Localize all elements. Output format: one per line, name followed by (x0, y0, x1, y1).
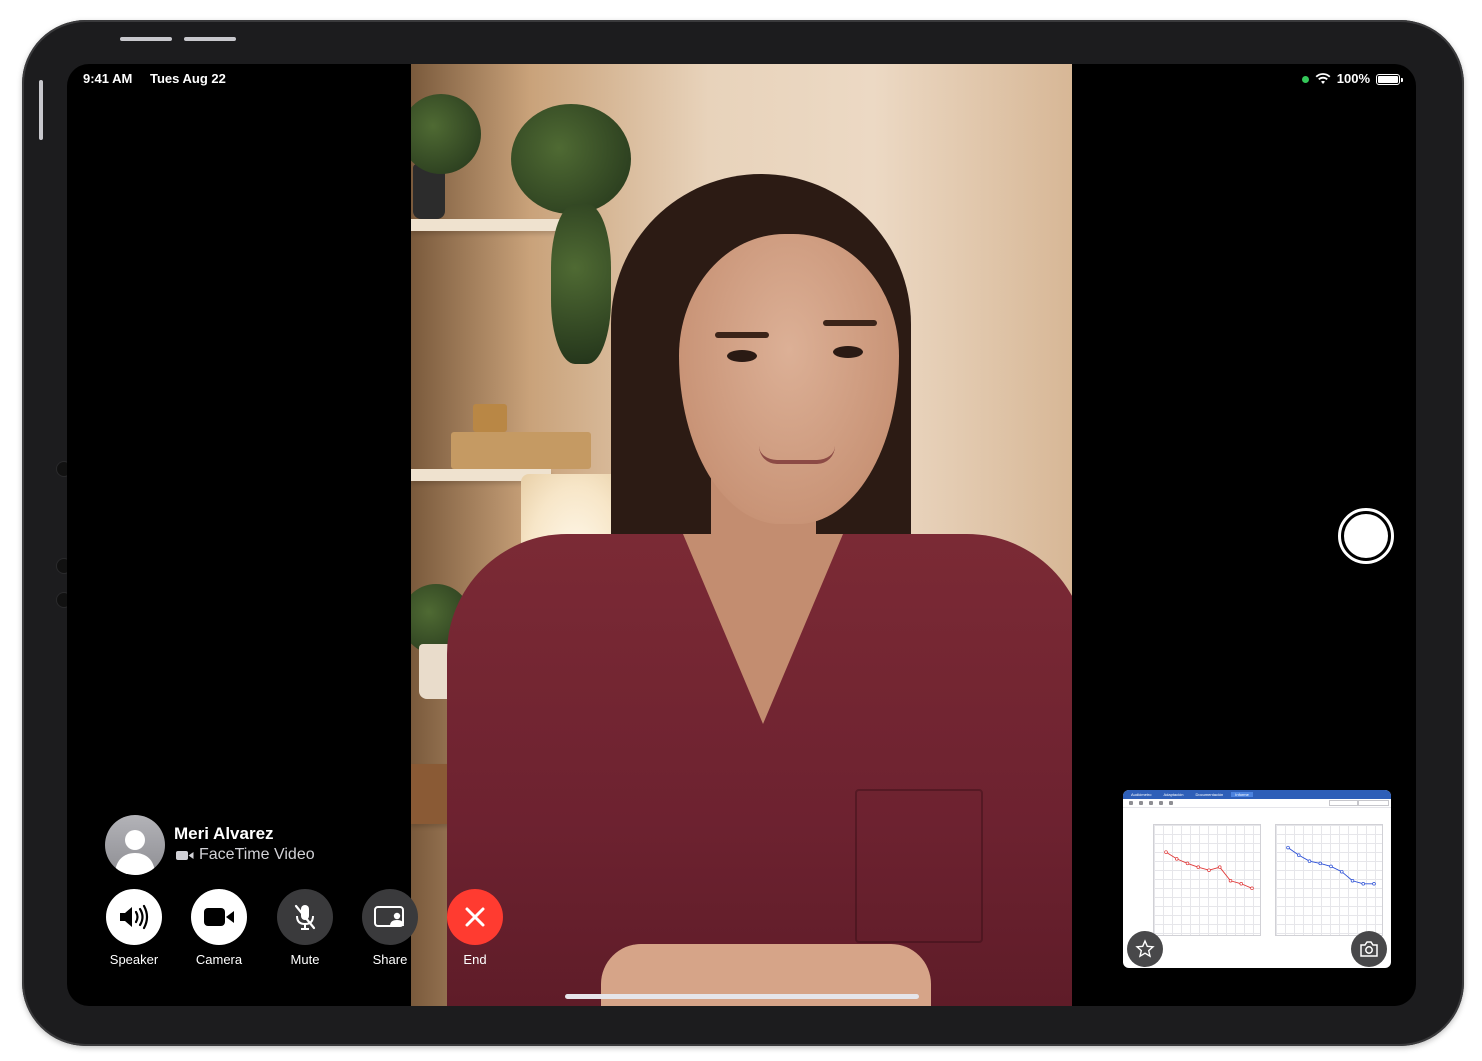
tool-icon (1129, 801, 1133, 805)
pip-tab: Audiómetro (1131, 792, 1152, 797)
box (473, 404, 507, 432)
data-point (1185, 861, 1190, 866)
battery-icon (1376, 73, 1403, 85)
volume-up-button (120, 37, 172, 41)
hanging-plant (551, 204, 611, 364)
eye (833, 346, 863, 358)
speaker-button[interactable] (106, 889, 162, 945)
effects-button[interactable] (1127, 931, 1163, 967)
call-type: FaceTime Video (176, 846, 315, 864)
mute-label: Mute (290, 952, 320, 967)
data-point (1297, 853, 1301, 857)
mouth (759, 446, 835, 464)
volume-down-button (184, 37, 236, 41)
share-button[interactable] (362, 889, 418, 945)
camera-control: Camera (184, 889, 254, 967)
plant (511, 104, 631, 214)
pip-select (1329, 800, 1359, 806)
remote-video-feed[interactable] (411, 64, 1072, 1006)
video-camera-icon (176, 850, 194, 860)
tool-icon (1159, 801, 1163, 805)
end-label: End (463, 952, 487, 967)
caller-name: Meri Alvarez (174, 824, 274, 843)
left-ear-series (1164, 850, 1254, 891)
speaker-control: Speaker (99, 889, 169, 967)
plant (411, 94, 481, 174)
right-ear-chart (1275, 824, 1383, 936)
status-bar-right: 100% (1301, 68, 1403, 90)
camera-flip-icon (1360, 941, 1378, 957)
screen: 9:41 AM Tues Aug 22 100% Meri Alvarez Fa… (67, 64, 1416, 1006)
battery-percentage: 100% (1336, 71, 1370, 86)
pip-tab: Adaptación (1163, 792, 1184, 797)
status-bar-left: 9:41 AM Tues Aug 22 (83, 68, 240, 90)
mute-control: Mute (270, 889, 340, 967)
close-icon (465, 907, 485, 927)
call-type-label: FaceTime Video (199, 846, 315, 863)
speaker-icon (120, 904, 149, 930)
data-point (1286, 845, 1290, 850)
pip-tab: Informe (1231, 792, 1253, 797)
tool-icon (1139, 801, 1143, 805)
speaker-label: Speaker (109, 952, 159, 967)
pip-tab: Documentación (1195, 792, 1224, 797)
left-ear-plot (1164, 850, 1254, 891)
data-point (1217, 865, 1222, 869)
home-indicator[interactable] (565, 994, 919, 999)
share-screen-icon (374, 906, 404, 927)
status-date: Tues Aug 22 (150, 71, 226, 86)
data-point (1307, 859, 1312, 863)
camera-in-use-indicator (1301, 75, 1309, 83)
right-ear-series (1286, 845, 1376, 886)
camera-label: Camera (195, 952, 243, 967)
data-point (1329, 864, 1333, 869)
avatar[interactable] (105, 815, 165, 875)
data-point (1175, 857, 1179, 861)
data-point (1318, 861, 1322, 866)
eyebrow (823, 320, 877, 326)
data-point (1372, 882, 1376, 886)
tool-icon (1149, 801, 1153, 805)
data-point (1339, 869, 1344, 874)
box (451, 432, 591, 469)
end-call-button[interactable] (447, 889, 503, 945)
eye (727, 350, 757, 362)
share-control: Share (355, 889, 425, 967)
status-time: 9:41 AM (83, 71, 133, 86)
data-point (1196, 865, 1200, 869)
power-button (39, 80, 43, 140)
data-point (1164, 850, 1168, 854)
scrubs-neckline (683, 534, 843, 724)
pip-select (1357, 800, 1389, 806)
shutter-icon (1344, 514, 1388, 558)
microphone-slash-icon (294, 904, 316, 930)
right-ear-plot (1286, 845, 1376, 886)
share-label: Share (372, 952, 408, 967)
scrubs-pocket (855, 789, 983, 943)
wifi-icon (1315, 73, 1331, 84)
data-point (1239, 882, 1243, 886)
pip-app-tabs: Audiómetro Adaptación Documentación Info… (1123, 790, 1391, 799)
mute-button[interactable] (277, 889, 333, 945)
data-point (1361, 882, 1365, 886)
data-point (1207, 868, 1211, 872)
eyebrow (715, 332, 769, 338)
tool-icon (1169, 801, 1173, 805)
flip-camera-button[interactable] (1351, 931, 1387, 967)
camera-button[interactable] (191, 889, 247, 945)
capture-photo-button[interactable] (1338, 508, 1394, 564)
shelf (411, 219, 561, 231)
data-point (1228, 879, 1233, 883)
data-point (1350, 879, 1355, 883)
data-point (1250, 886, 1254, 891)
person-icon (115, 830, 155, 875)
video-camera-icon (204, 908, 234, 926)
end-control: End (440, 889, 510, 967)
self-view-preview[interactable]: Audiómetro Adaptación Documentación Info… (1123, 790, 1391, 968)
left-ear-chart (1153, 824, 1261, 936)
star-icon (1135, 939, 1155, 958)
pip-toolbar (1123, 799, 1391, 808)
